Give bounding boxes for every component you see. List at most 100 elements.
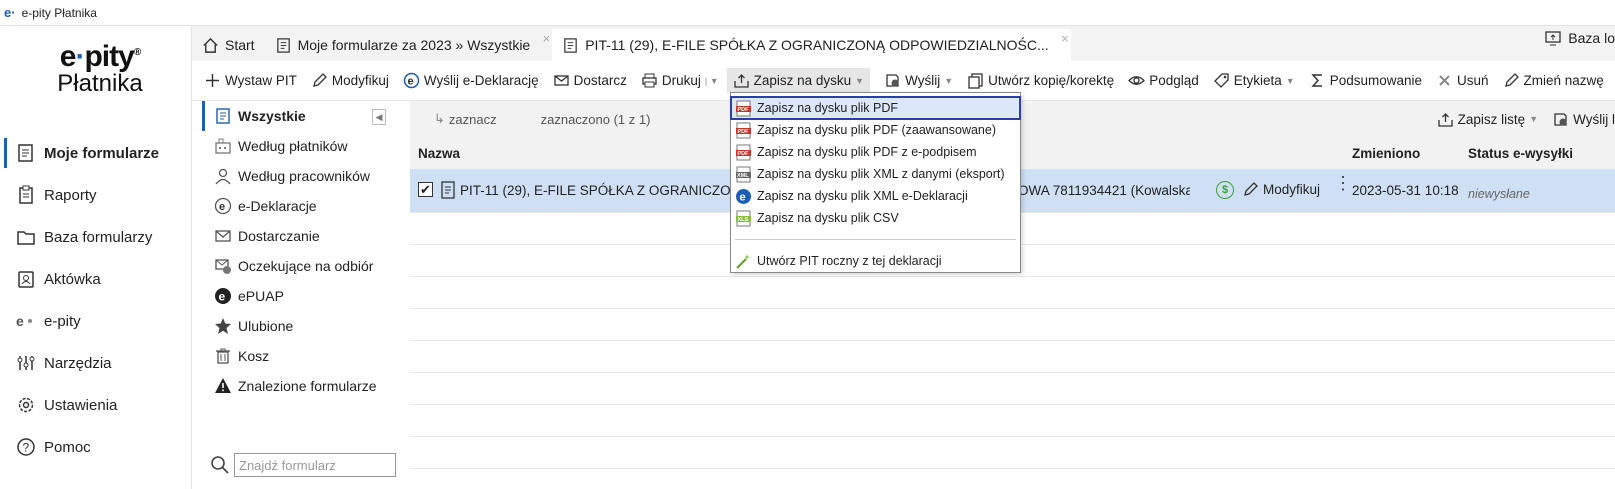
- menu-item-pdf-epodpis[interactable]: PDF Zapisz na dysku plik PDF z e-podpise…: [731, 141, 1020, 163]
- xls-icon: XLS: [736, 210, 751, 226]
- dollar-icon[interactable]: $: [1216, 181, 1234, 199]
- utworz-kopie-button[interactable]: Utwórz kopię/korektę: [967, 72, 1114, 89]
- epuap-icon: e: [215, 288, 231, 304]
- table-row-empty: [410, 373, 1615, 405]
- filter-label: ePUAP: [238, 288, 284, 304]
- svg-text:PDF: PDF: [738, 151, 750, 157]
- filter-epuap[interactable]: e ePUAP: [202, 281, 394, 311]
- menu-item-pdf-zaawansowane[interactable]: PDF Zapisz na dysku plik PDF (zaawansowa…: [731, 119, 1020, 141]
- brand-logo: e·pity® Płatnika: [40, 40, 160, 98]
- podsumowanie-label: Podsumowanie: [1329, 73, 1422, 88]
- podglad-label: Podgląd: [1149, 73, 1199, 88]
- send-icon: [1554, 112, 1567, 126]
- filter-label: Dostarczanie: [238, 228, 320, 244]
- brand-pity: pity: [84, 40, 134, 73]
- etykieta-button[interactable]: Etykieta ▼: [1213, 72, 1295, 89]
- baza-button[interactable]: Baza lo: [1544, 29, 1615, 47]
- menu-item-csv[interactable]: XLS Zapisz na dysku plik CSV: [731, 207, 1020, 229]
- wystaw-label: Wystaw PIT: [225, 73, 297, 88]
- sidebar-item-pomoc[interactable]: ? Pomoc: [0, 426, 192, 468]
- zaznacz-button[interactable]: ↳ zaznacz: [434, 111, 497, 127]
- wystaw-pit-button[interactable]: Wystaw PIT: [204, 72, 297, 89]
- dostarcz-button[interactable]: Dostarcz: [553, 72, 627, 89]
- zapisz-liste-button[interactable]: Zapisz listę ▼: [1437, 111, 1538, 128]
- modyfikuj-button[interactable]: Modyfikuj: [311, 72, 389, 89]
- row-modyfikuj-button[interactable]: Modyfikuj: [1242, 181, 1320, 198]
- tab-start[interactable]: Start: [192, 29, 265, 61]
- plus-icon: [206, 74, 219, 87]
- sidebar-item-label: e-pity: [44, 312, 81, 330]
- warning-icon: [215, 378, 231, 393]
- tag-icon: [1213, 73, 1229, 88]
- filter-kosz[interactable]: Kosz: [202, 341, 394, 371]
- filter-label: Według pracowników: [238, 168, 371, 184]
- drukuj-button[interactable]: Drukuj | ▼: [641, 72, 719, 89]
- sidebar-item-narzedzia[interactable]: Narzędzia: [0, 342, 192, 384]
- column-header-zmieniono[interactable]: Zmieniono: [1352, 146, 1420, 161]
- zmien-label: Zmień nazwę: [1523, 73, 1604, 88]
- table-row-empty: [410, 405, 1615, 437]
- window-title: e-pity Płatnika: [21, 5, 97, 20]
- filter-ulubione[interactable]: Ulubione: [202, 311, 394, 341]
- envelope-icon: [553, 75, 569, 86]
- sidebar-item-e-pity[interactable]: e e-pity: [0, 300, 192, 342]
- podsumowanie-button[interactable]: Podsumowanie: [1309, 72, 1422, 89]
- etykieta-label: Etykieta: [1233, 73, 1282, 88]
- chevron-down-icon[interactable]: | ▼: [705, 76, 719, 86]
- menu-item-xml-edeklaracji[interactable]: e Zapisz na dysku plik XML e-Deklaracji: [731, 185, 1020, 207]
- close-icon: [1439, 75, 1450, 86]
- zapisz-na-dysku-button[interactable]: Zapisz na dysku ▼: [726, 68, 871, 93]
- xml-icon: XML: [736, 166, 751, 182]
- pencil-icon: [1504, 73, 1519, 87]
- row-checkbox[interactable]: ✔: [418, 182, 433, 197]
- table-row-empty: [410, 437, 1615, 469]
- filter-dostarczanie[interactable]: Dostarczanie: [202, 221, 394, 251]
- column-header-status[interactable]: Status e-wysyłki: [1468, 146, 1573, 161]
- sidebar-item-raporty[interactable]: Raporty: [0, 174, 192, 216]
- filter-label: Oczekujące na odbiór: [238, 258, 374, 274]
- menu-item-label: Zapisz na dysku plik PDF: [757, 101, 899, 115]
- tab-close-icon[interactable]: ×: [1061, 31, 1069, 46]
- sidebar-item-ustawienia[interactable]: Ustawienia: [0, 384, 192, 426]
- filter-znalezione[interactable]: Znalezione formularze: [202, 371, 394, 401]
- sidebar: e·pity® Płatnika Moje formularze Raporty…: [0, 26, 192, 489]
- pdf-icon: PDF: [736, 144, 751, 160]
- wyslij-button[interactable]: Wyślij ▼: [884, 72, 953, 89]
- person-icon: [215, 168, 231, 185]
- collapse-panel-icon[interactable]: ◀: [372, 109, 386, 125]
- podglad-button[interactable]: Podgląd: [1128, 72, 1199, 89]
- wyslij-edeklaracje-button[interactable]: e Wyślij e-Deklarację: [403, 72, 539, 89]
- sidebar-item-baza-formularzy[interactable]: Baza formularzy: [0, 216, 192, 258]
- zapisz-liste-label: Zapisz listę: [1457, 111, 1526, 127]
- star-icon: [215, 318, 231, 334]
- tab-pit-11[interactable]: PIT-11 (29), E-FILE SPÓŁKA Z OGRANICZONĄ…: [552, 29, 1071, 61]
- search-input[interactable]: [234, 453, 396, 477]
- tab-close-icon[interactable]: ×: [543, 31, 551, 46]
- filter-wedlug-platnikow[interactable]: Według płatników: [202, 131, 394, 161]
- filter-wszystkie[interactable]: Wszystkie: [202, 101, 394, 131]
- more-options-icon[interactable]: ⋮: [1334, 174, 1352, 192]
- column-header-nazwa[interactable]: Nazwa: [418, 146, 460, 161]
- menu-item-pit-roczny[interactable]: Utwórz PIT roczny z tej deklaracji: [731, 250, 1020, 272]
- sidebar-item-moje-formularze[interactable]: Moje formularze: [0, 132, 192, 174]
- filter-wedlug-pracownikow[interactable]: Według pracowników: [202, 161, 394, 191]
- chevron-down-icon: ▼: [944, 75, 954, 86]
- zmien-nazwe-button[interactable]: Zmień nazwę: [1503, 72, 1604, 89]
- sidebar-item-label: Pomoc: [44, 438, 91, 456]
- wyslij-liste-button[interactable]: Wyślij l: [1552, 111, 1615, 128]
- sidebar-nav: Moje formularze Raporty Baza formularzy …: [0, 132, 192, 468]
- filter-oczekujace[interactable]: Oczekujące na odbiór: [202, 251, 394, 281]
- search-icon: [211, 456, 229, 474]
- clipboard-icon: [19, 185, 33, 204]
- menu-item-xml-eksport[interactable]: XML Zapisz na dysku plik XML z danymi (e…: [731, 163, 1020, 185]
- wyslij-edek-label: Wyślij e-Deklarację: [423, 73, 539, 88]
- tab-moje-formularze[interactable]: Moje formularze za 2023 » Wszystkie ×: [265, 29, 553, 61]
- menu-item-pdf[interactable]: PDF Zapisz na dysku plik PDF: [730, 96, 1021, 120]
- filter-e-deklaracje[interactable]: e e-Deklaracje: [202, 191, 394, 221]
- home-icon: [203, 37, 218, 53]
- usun-button[interactable]: Usuń: [1436, 72, 1489, 89]
- svg-text:?: ?: [23, 441, 30, 455]
- sidebar-item-aktowka[interactable]: Aktówka: [0, 258, 192, 300]
- chevron-down-icon: ▼: [1529, 114, 1539, 124]
- corner-arrow-icon: ↳: [434, 111, 445, 126]
